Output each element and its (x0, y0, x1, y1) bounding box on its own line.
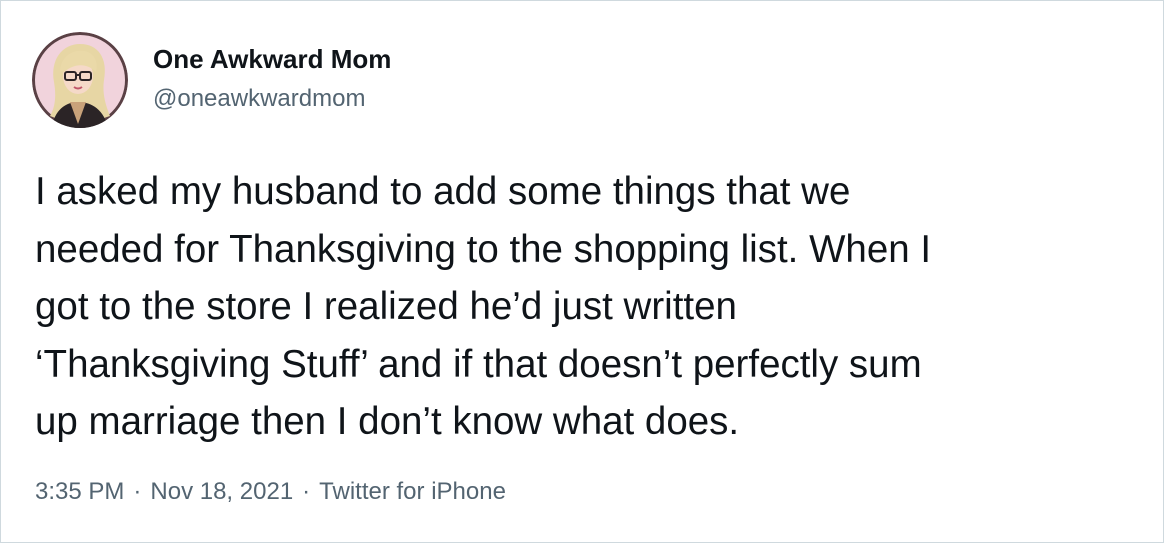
tweet-text: I asked my husband to add some things th… (35, 163, 1135, 451)
tweet-card: One Awkward Mom @oneawkwardmom I asked m… (0, 0, 1164, 543)
tweet-text-line: needed for Thanksgiving to the shopping … (35, 227, 932, 271)
tweet-text-line: up marriage then I don’t know what does. (35, 400, 740, 443)
tweet-text-line: got to the store I realized he’d just wr… (35, 285, 737, 328)
tweet-time[interactable]: 3:35 PM (35, 478, 124, 505)
avatar[interactable] (32, 32, 128, 128)
author-display-name[interactable]: One Awkward Mom (153, 44, 391, 74)
meta-separator: · (302, 478, 311, 505)
meta-separator: · (133, 478, 142, 505)
author-handle[interactable]: @oneawkwardmom (153, 85, 365, 113)
tweet-meta: 3:35 PM · Nov 18, 2021 · Twitter for iPhone (35, 477, 506, 507)
tweet-date[interactable]: Nov 18, 2021 (150, 478, 293, 505)
tweet-source[interactable]: Twitter for iPhone (319, 478, 506, 505)
avatar-illustration (32, 32, 128, 128)
tweet-text-line: ‘Thanksgiving Stuff’ and if that doesn’t… (35, 342, 922, 386)
tweet-text-line: I asked my husband to add some things th… (35, 170, 851, 213)
